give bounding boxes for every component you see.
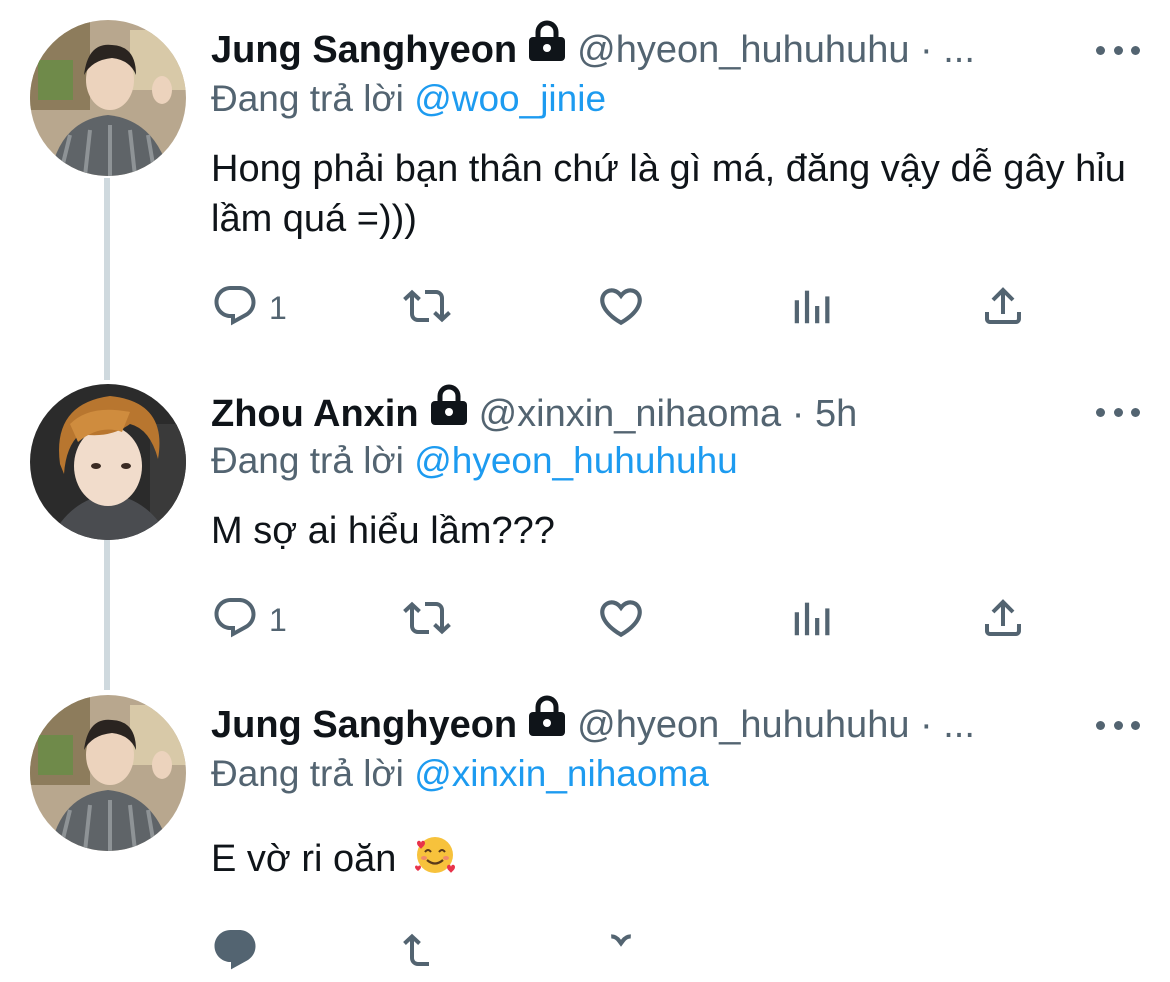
replying-prefix: Đang trả lời <box>211 753 404 794</box>
more-options-icon[interactable] <box>1096 30 1140 70</box>
tweet-header: Zhou Anxin @xinxin_nihaoma · 5h <box>211 384 857 444</box>
tweet-text: E vờ ri oăn <box>211 833 1131 890</box>
reply-button[interactable] <box>211 922 259 982</box>
reply-button[interactable]: 1 <box>211 590 287 650</box>
share-icon <box>979 282 1027 335</box>
reply-count: 1 <box>269 601 287 638</box>
retweet-icon <box>397 282 457 335</box>
share-button[interactable] <box>979 278 1027 338</box>
replying-to: Đang trả lời @xinxin_nihaoma <box>211 749 709 799</box>
tweet[interactable]: Jung Sanghyeon @hyeon_huhuhuhu · ... Đan… <box>0 690 1170 969</box>
lock-icon <box>527 20 567 80</box>
replying-to: Đang trả lời @hyeon_huhuhuhu <box>211 436 738 486</box>
action-bar <box>211 922 1051 982</box>
tweet[interactable]: Zhou Anxin @xinxin_nihaoma · 5h Đang trả… <box>0 380 1170 690</box>
avatar[interactable] <box>30 384 186 540</box>
tweet-text-content: E vờ ri oăn <box>211 838 397 880</box>
retweet-button[interactable] <box>397 922 457 982</box>
analytics-button[interactable] <box>789 278 835 338</box>
author-name[interactable]: Jung Sanghyeon <box>211 695 517 755</box>
retweet-button[interactable] <box>397 278 457 338</box>
author-handle-time[interactable]: @hyeon_huhuhuhu · ... <box>577 20 975 80</box>
author-handle-time[interactable]: @hyeon_huhuhuhu · ... <box>577 695 975 755</box>
retweet-icon <box>397 926 457 979</box>
reply-icon <box>211 594 259 647</box>
action-bar: 1 <box>211 278 1051 338</box>
like-icon <box>596 281 646 336</box>
retweet-icon <box>397 594 457 647</box>
author-name[interactable]: Zhou Anxin <box>211 384 419 444</box>
replying-to: Đang trả lời @woo_jinie <box>211 74 606 124</box>
lock-icon <box>527 695 567 755</box>
tweet-text: Hong phải bạn thân chứ là gì má, đăng vậ… <box>211 148 1126 240</box>
tweet-header: Jung Sanghyeon @hyeon_huhuhuhu · ... <box>211 695 975 755</box>
reply-button[interactable]: 1 <box>211 278 287 338</box>
replying-prefix: Đang trả lời <box>211 440 404 481</box>
replying-to-link[interactable]: @hyeon_huhuhuhu <box>414 440 738 481</box>
like-icon <box>596 593 646 648</box>
reply-count: 1 <box>269 289 287 326</box>
share-button[interactable] <box>979 590 1027 650</box>
retweet-button[interactable] <box>397 590 457 650</box>
more-options-icon[interactable] <box>1096 392 1140 432</box>
avatar[interactable] <box>30 695 186 851</box>
reply-icon <box>211 282 259 335</box>
replying-to-link[interactable]: @woo_jinie <box>414 78 606 119</box>
author-handle-time[interactable]: @xinxin_nihaoma · 5h <box>479 384 858 444</box>
analytics-icon <box>789 595 835 646</box>
lock-icon <box>429 384 469 444</box>
replying-prefix: Đang trả lời <box>211 78 404 119</box>
more-options-icon[interactable] <box>1096 705 1140 745</box>
analytics-icon <box>789 283 835 334</box>
like-button[interactable] <box>596 278 646 338</box>
reply-icon <box>211 926 259 979</box>
share-icon <box>979 594 1027 647</box>
tweet-text: M sợ ai hiểu lầm??? <box>211 510 555 552</box>
like-button[interactable] <box>596 922 646 982</box>
like-icon <box>596 925 646 980</box>
replying-to-link[interactable]: @xinxin_nihaoma <box>414 753 709 794</box>
tweet-header: Jung Sanghyeon @hyeon_huhuhuhu · ... <box>211 20 975 80</box>
avatar[interactable] <box>30 20 186 176</box>
author-name[interactable]: Jung Sanghyeon <box>211 20 517 80</box>
like-button[interactable] <box>596 590 646 650</box>
analytics-button[interactable] <box>789 590 835 650</box>
smiling-face-with-hearts-icon <box>413 833 457 890</box>
tweet[interactable]: Jung Sanghyeon @hyeon_huhuhuhu · ... Đan… <box>0 0 1170 380</box>
action-bar: 1 <box>211 590 1051 650</box>
